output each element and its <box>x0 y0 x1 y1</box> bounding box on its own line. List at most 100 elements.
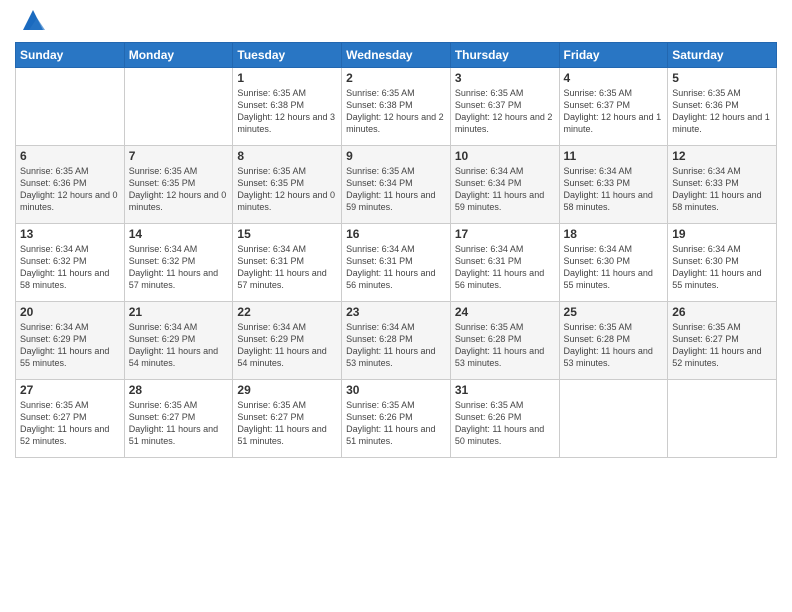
day-info: Sunrise: 6:35 AM Sunset: 6:38 PM Dayligh… <box>346 87 446 136</box>
day-info: Sunrise: 6:34 AM Sunset: 6:30 PM Dayligh… <box>672 243 772 292</box>
day-info: Sunrise: 6:35 AM Sunset: 6:26 PM Dayligh… <box>346 399 446 448</box>
day-info: Sunrise: 6:34 AM Sunset: 6:29 PM Dayligh… <box>129 321 229 370</box>
day-info: Sunrise: 6:34 AM Sunset: 6:30 PM Dayligh… <box>564 243 664 292</box>
day-info: Sunrise: 6:34 AM Sunset: 6:29 PM Dayligh… <box>237 321 337 370</box>
logo-area <box>15 10 47 34</box>
day-info: Sunrise: 6:35 AM Sunset: 6:27 PM Dayligh… <box>20 399 120 448</box>
day-number: 12 <box>672 149 772 163</box>
calendar-cell: 13 Sunrise: 6:34 AM Sunset: 6:32 PM Dayli… <box>16 224 125 302</box>
day-info: Sunrise: 6:34 AM Sunset: 6:33 PM Dayligh… <box>564 165 664 214</box>
day-number: 24 <box>455 305 555 319</box>
day-info: Sunrise: 6:35 AM Sunset: 6:35 PM Dayligh… <box>129 165 229 214</box>
day-number: 25 <box>564 305 664 319</box>
day-info: Sunrise: 6:34 AM Sunset: 6:31 PM Dayligh… <box>455 243 555 292</box>
weekday-header: Sunday <box>16 43 125 68</box>
day-info: Sunrise: 6:34 AM Sunset: 6:33 PM Dayligh… <box>672 165 772 214</box>
day-number: 17 <box>455 227 555 241</box>
day-number: 22 <box>237 305 337 319</box>
calendar-cell: 11 Sunrise: 6:34 AM Sunset: 6:33 PM Dayli… <box>559 146 668 224</box>
day-info: Sunrise: 6:35 AM Sunset: 6:27 PM Dayligh… <box>129 399 229 448</box>
calendar-cell: 23Sunrise: 6:34 AM Sunset: 6:28 PM Dayli… <box>342 302 451 380</box>
day-info: Sunrise: 6:35 AM Sunset: 6:35 PM Dayligh… <box>237 165 337 214</box>
day-number: 16 <box>346 227 446 241</box>
calendar-cell <box>124 68 233 146</box>
day-number: 4 <box>564 71 664 85</box>
calendar-cell: 24 Sunrise: 6:35 AM Sunset: 6:28 PM Dayli… <box>450 302 559 380</box>
day-number: 10 <box>455 149 555 163</box>
calendar-cell <box>16 68 125 146</box>
calendar-cell <box>559 380 668 458</box>
calendar-cell: 14 Sunrise: 6:34 AM Sunset: 6:32 PM Dayli… <box>124 224 233 302</box>
calendar-cell: 26Sunrise: 6:35 AM Sunset: 6:27 PM Dayli… <box>668 302 777 380</box>
day-info: Sunrise: 6:34 AM Sunset: 6:31 PM Dayligh… <box>346 243 446 292</box>
calendar-cell: 5 Sunrise: 6:35 AM Sunset: 6:36 PM Daylig… <box>668 68 777 146</box>
calendar-cell: 20 Sunrise: 6:34 AM Sunset: 6:29 PM Dayli… <box>16 302 125 380</box>
day-number: 20 <box>20 305 120 319</box>
calendar-cell: 18Sunrise: 6:34 AM Sunset: 6:30 PM Dayli… <box>559 224 668 302</box>
calendar-cell: 19 Sunrise: 6:34 AM Sunset: 6:30 PM Dayli… <box>668 224 777 302</box>
calendar-cell: 31Sunrise: 6:35 AM Sunset: 6:26 PM Dayli… <box>450 380 559 458</box>
weekday-header: Wednesday <box>342 43 451 68</box>
day-number: 30 <box>346 383 446 397</box>
calendar-row: 1Sunrise: 6:35 AM Sunset: 6:38 PM Daylig… <box>16 68 777 146</box>
calendar-table: SundayMondayTuesdayWednesdayThursdayFrid… <box>15 42 777 458</box>
calendar-cell: 8 Sunrise: 6:35 AM Sunset: 6:35 PM Daylig… <box>233 146 342 224</box>
day-number: 7 <box>129 149 229 163</box>
day-info: Sunrise: 6:35 AM Sunset: 6:28 PM Dayligh… <box>455 321 555 370</box>
calendar-cell: 3 Sunrise: 6:35 AM Sunset: 6:37 PM Daylig… <box>450 68 559 146</box>
day-info: Sunrise: 6:35 AM Sunset: 6:36 PM Dayligh… <box>20 165 120 214</box>
day-info: Sunrise: 6:35 AM Sunset: 6:27 PM Dayligh… <box>237 399 337 448</box>
day-info: Sunrise: 6:34 AM Sunset: 6:32 PM Dayligh… <box>20 243 120 292</box>
calendar-cell: 15 Sunrise: 6:34 AM Sunset: 6:31 PM Dayli… <box>233 224 342 302</box>
calendar-row: 13 Sunrise: 6:34 AM Sunset: 6:32 PM Dayli… <box>16 224 777 302</box>
weekday-header: Tuesday <box>233 43 342 68</box>
day-info: Sunrise: 6:35 AM Sunset: 6:38 PM Dayligh… <box>237 87 337 136</box>
calendar-row: 6Sunrise: 6:35 AM Sunset: 6:36 PM Daylig… <box>16 146 777 224</box>
header <box>15 10 777 34</box>
day-number: 23 <box>346 305 446 319</box>
weekday-header: Saturday <box>668 43 777 68</box>
weekday-header: Monday <box>124 43 233 68</box>
calendar-cell: 10Sunrise: 6:34 AM Sunset: 6:34 PM Dayli… <box>450 146 559 224</box>
day-number: 11 <box>564 149 664 163</box>
calendar-cell: 7 Sunrise: 6:35 AM Sunset: 6:35 PM Daylig… <box>124 146 233 224</box>
day-number: 8 <box>237 149 337 163</box>
day-info: Sunrise: 6:35 AM Sunset: 6:36 PM Dayligh… <box>672 87 772 136</box>
day-number: 3 <box>455 71 555 85</box>
day-info: Sunrise: 6:35 AM Sunset: 6:28 PM Dayligh… <box>564 321 664 370</box>
calendar-cell: 28 Sunrise: 6:35 AM Sunset: 6:27 PM Dayli… <box>124 380 233 458</box>
day-number: 19 <box>672 227 772 241</box>
day-info: Sunrise: 6:35 AM Sunset: 6:37 PM Dayligh… <box>564 87 664 136</box>
calendar-row: 20 Sunrise: 6:34 AM Sunset: 6:29 PM Dayli… <box>16 302 777 380</box>
day-number: 21 <box>129 305 229 319</box>
logo-icon <box>19 6 47 34</box>
day-info: Sunrise: 6:35 AM Sunset: 6:34 PM Dayligh… <box>346 165 446 214</box>
day-number: 27 <box>20 383 120 397</box>
day-number: 14 <box>129 227 229 241</box>
day-info: Sunrise: 6:35 AM Sunset: 6:37 PM Dayligh… <box>455 87 555 136</box>
calendar-cell: 9Sunrise: 6:35 AM Sunset: 6:34 PM Daylig… <box>342 146 451 224</box>
calendar-row: 27 Sunrise: 6:35 AM Sunset: 6:27 PM Dayli… <box>16 380 777 458</box>
day-number: 13 <box>20 227 120 241</box>
calendar-cell: 25 Sunrise: 6:35 AM Sunset: 6:28 PM Dayli… <box>559 302 668 380</box>
calendar-cell: 30 Sunrise: 6:35 AM Sunset: 6:26 PM Dayli… <box>342 380 451 458</box>
calendar-cell: 2 Sunrise: 6:35 AM Sunset: 6:38 PM Daylig… <box>342 68 451 146</box>
day-number: 26 <box>672 305 772 319</box>
day-number: 31 <box>455 383 555 397</box>
calendar-cell: 1Sunrise: 6:35 AM Sunset: 6:38 PM Daylig… <box>233 68 342 146</box>
day-number: 2 <box>346 71 446 85</box>
calendar-cell: 6Sunrise: 6:35 AM Sunset: 6:36 PM Daylig… <box>16 146 125 224</box>
day-number: 5 <box>672 71 772 85</box>
calendar-cell: 21 Sunrise: 6:34 AM Sunset: 6:29 PM Dayli… <box>124 302 233 380</box>
weekday-header: Friday <box>559 43 668 68</box>
page: SundayMondayTuesdayWednesdayThursdayFrid… <box>0 0 792 612</box>
calendar-cell: 29Sunrise: 6:35 AM Sunset: 6:27 PM Dayli… <box>233 380 342 458</box>
calendar-cell: 4 Sunrise: 6:35 AM Sunset: 6:37 PM Daylig… <box>559 68 668 146</box>
calendar-cell: 16 Sunrise: 6:34 AM Sunset: 6:31 PM Dayli… <box>342 224 451 302</box>
day-number: 28 <box>129 383 229 397</box>
day-info: Sunrise: 6:34 AM Sunset: 6:32 PM Dayligh… <box>129 243 229 292</box>
calendar-cell <box>668 380 777 458</box>
day-info: Sunrise: 6:34 AM Sunset: 6:29 PM Dayligh… <box>20 321 120 370</box>
day-info: Sunrise: 6:34 AM Sunset: 6:31 PM Dayligh… <box>237 243 337 292</box>
day-number: 15 <box>237 227 337 241</box>
